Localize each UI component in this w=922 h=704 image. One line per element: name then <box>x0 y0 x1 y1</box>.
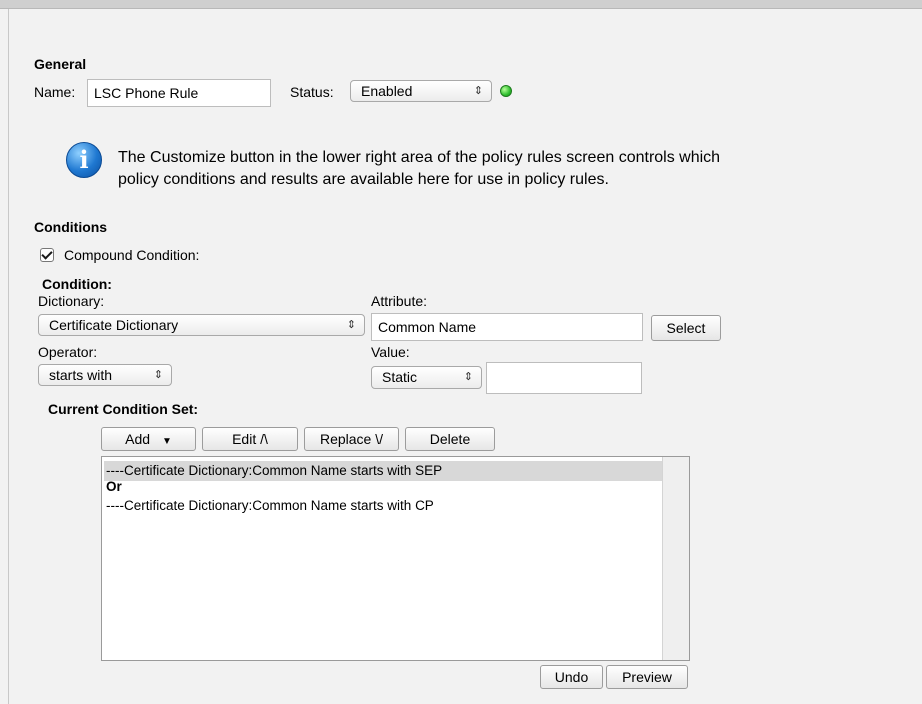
list-item-operator[interactable]: Or <box>104 478 122 496</box>
updown-icon: ⇕ <box>463 371 473 383</box>
operator-select-value: starts with <box>49 367 113 383</box>
edit-button[interactable]: Edit /\ <box>202 427 298 451</box>
dictionary-select-value: Certificate Dictionary <box>49 317 179 333</box>
value-type-select[interactable]: Static ⇕ <box>371 366 482 389</box>
info-icon: i <box>66 142 102 178</box>
name-field[interactable]: LSC Phone Rule <box>87 79 271 107</box>
add-button[interactable]: Add ▼ <box>101 427 196 451</box>
name-label: Name: <box>34 84 76 100</box>
operator-label: Operator: <box>38 344 98 360</box>
top-border <box>0 0 922 9</box>
undo-button[interactable]: Undo <box>540 665 603 689</box>
status-indicator-icon <box>500 85 512 97</box>
conditions-heading: Conditions <box>34 219 108 235</box>
value-field[interactable] <box>486 362 642 394</box>
status-select-value: Enabled <box>361 83 413 99</box>
value-label: Value: <box>371 344 410 360</box>
condition-set-heading: Current Condition Set: <box>48 401 199 417</box>
list-scrollbar[interactable] <box>662 457 689 660</box>
operator-select[interactable]: starts with ⇕ <box>38 364 172 386</box>
caret-down-icon: ▼ <box>161 436 172 447</box>
status-select[interactable]: Enabled ⇕ <box>350 80 492 102</box>
preview-button[interactable]: Preview <box>606 665 688 689</box>
attribute-field[interactable]: Common Name <box>371 313 643 341</box>
info-text-line1: The Customize button in the lower right … <box>118 149 721 166</box>
list-item[interactable]: ----Certificate Dictionary:Common Name s… <box>104 496 434 516</box>
add-button-label: Add <box>125 431 151 447</box>
updown-icon: ⇕ <box>153 369 163 381</box>
replace-button[interactable]: Replace \/ <box>304 427 399 451</box>
left-border <box>8 9 9 704</box>
info-text-line2: policy conditions and results are availa… <box>118 171 609 188</box>
condition-set-list[interactable]: ----Certificate Dictionary:Common Name s… <box>101 456 690 661</box>
select-button[interactable]: Select <box>651 315 721 341</box>
compound-condition-label: Compound Condition: <box>64 247 200 263</box>
dictionary-select[interactable]: Certificate Dictionary ⇕ <box>38 314 365 336</box>
updown-icon: ⇕ <box>346 319 356 331</box>
compound-condition-checkbox[interactable] <box>40 248 54 262</box>
general-heading: General <box>34 56 87 72</box>
attribute-label: Attribute: <box>371 293 428 309</box>
value-type-select-value: Static <box>382 369 418 385</box>
updown-icon: ⇕ <box>473 85 483 97</box>
status-label: Status: <box>290 84 334 100</box>
list-item[interactable]: ----Certificate Dictionary:Common Name s… <box>104 461 663 481</box>
dictionary-label: Dictionary: <box>38 293 105 309</box>
delete-button[interactable]: Delete <box>405 427 495 451</box>
condition-heading: Condition: <box>42 276 112 292</box>
